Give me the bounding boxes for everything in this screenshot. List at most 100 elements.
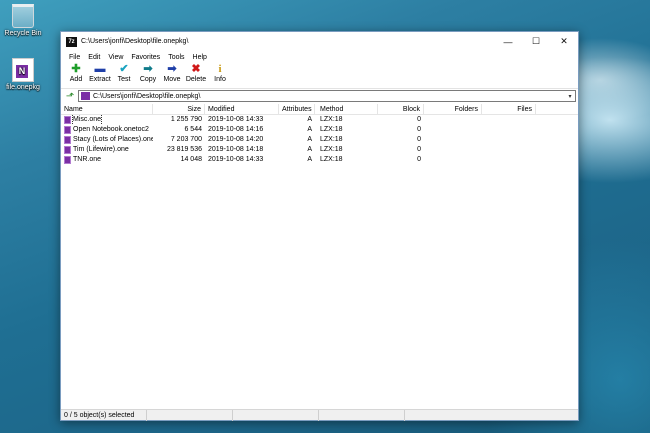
onenote-file-icon <box>64 116 71 124</box>
column-block[interactable]: Block <box>378 103 424 115</box>
file-size: 7 203 700 <box>170 136 202 143</box>
onepkg-desktop-icon[interactable]: N file.onepkg <box>0 58 46 91</box>
file-attributes: A <box>307 136 312 143</box>
table-row[interactable]: Open Notebook.onetoc2 6 544 2019-10-08 1… <box>61 125 578 135</box>
recycle-bin-desktop-icon[interactable]: Recycle Bin <box>0 4 46 37</box>
column-files[interactable]: Files <box>482 103 536 115</box>
app-icon: 7z <box>66 36 77 47</box>
close-button[interactable]: ✕ <box>550 32 578 51</box>
file-block: 0 <box>417 156 421 163</box>
file-modified: 2019-10-08 14:33 <box>208 156 264 163</box>
address-bar: ⬏ C:\Users\jonfi\Desktop\file.onepkg\ ▾ <box>61 88 578 103</box>
extract-button[interactable]: ▬ Extract <box>88 63 112 83</box>
extract-icon: ▬ <box>94 63 106 75</box>
onenote-package-icon: N <box>12 58 34 82</box>
status-segment-3 <box>233 409 319 421</box>
column-header-row: Name Size Modified Attributes Method Blo… <box>61 103 578 115</box>
info-icon: i <box>218 63 222 75</box>
file-method: LZX:18 <box>320 156 343 163</box>
menu-bar: File Edit View Favorites Tools Help <box>61 51 578 63</box>
menu-favorites[interactable]: Favorites <box>127 54 164 61</box>
file-size: 6 544 <box>184 126 202 133</box>
move-icon: ➡ <box>167 63 177 75</box>
menu-tools[interactable]: Tools <box>164 54 188 61</box>
minimize-button[interactable]: — <box>494 32 522 51</box>
file-attributes: A <box>307 146 312 153</box>
test-button[interactable]: ✔ Test <box>112 63 136 83</box>
file-name: TNR.one <box>73 156 102 163</box>
window-title: C:\Users\jonfi\Desktop\file.onepkg\ <box>81 38 189 45</box>
chevron-down-icon[interactable]: ▾ <box>565 93 575 100</box>
file-modified: 2019-10-08 14:33 <box>208 116 264 123</box>
move-label: Move <box>163 76 181 83</box>
maximize-button[interactable]: ☐ <box>522 32 550 51</box>
file-method: LZX:18 <box>320 136 343 143</box>
delete-icon: ✖ <box>191 63 201 75</box>
table-row[interactable]: Stacy (Lots of Places).one 7 203 700 201… <box>61 135 578 145</box>
file-method: LZX:18 <box>320 146 343 153</box>
status-segment-2 <box>147 409 233 421</box>
onenote-package-icon <box>81 92 90 100</box>
desktop-icon-label: Recycle Bin <box>4 30 42 37</box>
file-attributes: A <box>307 126 312 133</box>
file-size: 14 048 <box>180 156 202 163</box>
add-icon: ✚ <box>71 63 81 75</box>
status-segment-4 <box>319 409 405 421</box>
column-size[interactable]: Size <box>153 103 205 115</box>
file-method: LZX:18 <box>320 126 343 133</box>
column-method[interactable]: Method <box>315 103 378 115</box>
file-name: Misc.one <box>71 115 103 125</box>
folder-up-icon[interactable]: ⬏ <box>64 91 76 102</box>
add-label: Add <box>69 76 83 83</box>
file-method: LZX:18 <box>320 116 343 123</box>
add-button[interactable]: ✚ Add <box>64 63 88 83</box>
file-modified: 2019-10-08 14:18 <box>208 146 264 153</box>
info-label: Info <box>214 76 226 83</box>
file-name: Tim (Lifewire).one <box>73 146 129 153</box>
test-label: Test <box>117 76 131 83</box>
column-folders[interactable]: Folders <box>424 103 482 115</box>
toolbar: ✚ Add ▬ Extract ✔ Test ➡ Copy ➡ Move ✖ D… <box>61 63 578 88</box>
menu-file[interactable]: File <box>65 54 84 61</box>
title-bar[interactable]: 7z C:\Users\jonfi\Desktop\file.onepkg\ —… <box>61 32 578 51</box>
desktop-icon-label: file.onepkg <box>6 84 40 91</box>
table-row[interactable]: Tim (Lifewire).one 23 819 536 2019-10-08… <box>61 145 578 155</box>
file-modified: 2019-10-08 14:20 <box>208 136 264 143</box>
file-attributes: A <box>307 116 312 123</box>
file-size: 23 819 536 <box>166 146 202 153</box>
onenote-file-icon <box>64 146 71 154</box>
onenote-file-icon <box>64 156 71 164</box>
extract-label: Extract <box>89 76 111 83</box>
file-block: 0 <box>417 116 421 123</box>
file-modified: 2019-10-08 14:16 <box>208 126 264 133</box>
copy-label: Copy <box>139 76 157 83</box>
onenote-file-icon <box>64 126 71 134</box>
file-size: 1 255 790 <box>170 116 202 123</box>
column-name[interactable]: Name <box>61 103 153 115</box>
file-name: Open Notebook.onetoc2 <box>73 126 149 133</box>
file-list: Name Size Modified Attributes Method Blo… <box>61 103 578 409</box>
file-name: Stacy (Lots of Places).one <box>73 136 153 143</box>
column-attributes[interactable]: Attributes <box>279 103 315 115</box>
menu-view[interactable]: View <box>104 54 127 61</box>
delete-label: Delete <box>185 76 207 83</box>
table-row[interactable]: Misc.one 1 255 790 2019-10-08 14:33 A LZ… <box>61 115 578 125</box>
info-button[interactable]: i Info <box>208 63 232 83</box>
move-button[interactable]: ➡ Move <box>160 63 184 83</box>
menu-help[interactable]: Help <box>189 54 211 61</box>
path-input[interactable]: C:\Users\jonfi\Desktop\file.onepkg\ <box>93 93 565 100</box>
file-block: 0 <box>417 136 421 143</box>
status-bar: 0 / 5 object(s) selected <box>61 409 578 421</box>
table-row[interactable]: TNR.one 14 048 2019-10-08 14:33 A LZX:18… <box>61 155 578 165</box>
delete-button[interactable]: ✖ Delete <box>184 63 208 83</box>
file-block: 0 <box>417 126 421 133</box>
selection-status: 0 / 5 object(s) selected <box>61 409 147 421</box>
path-combobox[interactable]: C:\Users\jonfi\Desktop\file.onepkg\ ▾ <box>78 90 576 102</box>
menu-edit[interactable]: Edit <box>84 54 104 61</box>
column-modified[interactable]: Modified <box>205 103 279 115</box>
copy-icon: ➡ <box>143 63 153 75</box>
copy-button[interactable]: ➡ Copy <box>136 63 160 83</box>
file-manager-window: 7z C:\Users\jonfi\Desktop\file.onepkg\ —… <box>60 31 579 421</box>
test-icon: ✔ <box>119 63 129 75</box>
onenote-file-icon <box>64 136 71 144</box>
